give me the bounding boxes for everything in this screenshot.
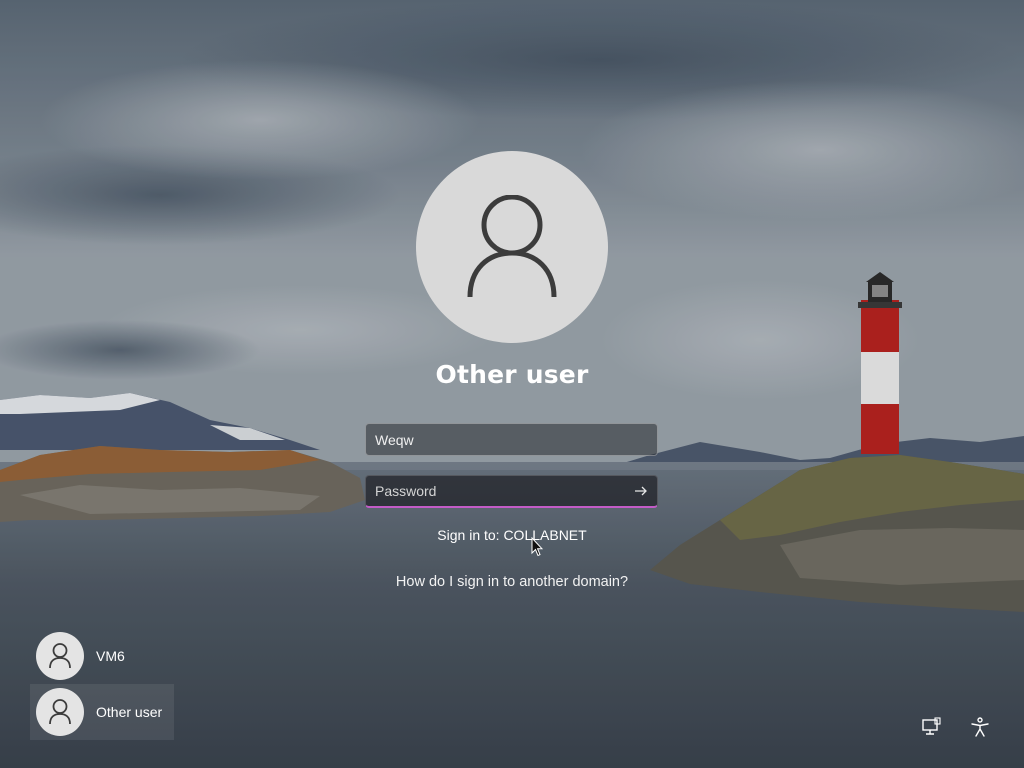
user-tile-label: VM6	[96, 648, 125, 664]
user-tile-avatar	[36, 688, 84, 736]
username-input[interactable]	[375, 431, 625, 448]
current-user-avatar	[416, 151, 608, 343]
mouse-cursor-icon	[531, 537, 543, 557]
accessibility-icon[interactable]	[969, 716, 991, 738]
person-icon	[467, 195, 557, 298]
person-icon	[49, 643, 71, 669]
other-domain-help-link[interactable]: How do I sign in to another domain?	[0, 574, 1024, 590]
current-user-name: Other user	[435, 360, 589, 389]
user-tile-label: Other user	[96, 704, 163, 720]
username-field[interactable]	[365, 423, 658, 456]
user-tile-avatar	[36, 632, 84, 680]
password-field[interactable]	[365, 475, 658, 508]
sign-in-domain-text: Sign in to: COLLABNET	[437, 527, 587, 543]
person-icon	[49, 699, 71, 725]
password-input[interactable]	[375, 483, 625, 499]
network-icon[interactable]	[920, 716, 942, 738]
arrow-right-icon[interactable]	[633, 483, 649, 499]
user-tile-vm6[interactable]: VM6	[30, 628, 125, 684]
user-tile-other-user[interactable]: Other user	[30, 684, 174, 740]
